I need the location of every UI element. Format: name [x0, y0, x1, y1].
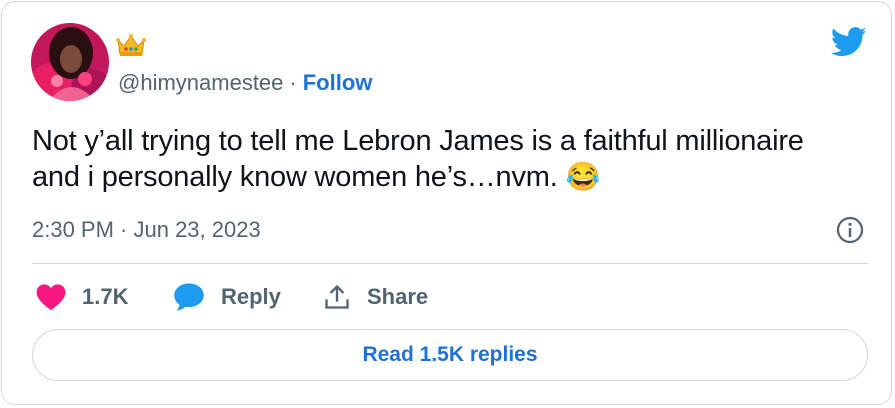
- share-label: Share: [367, 284, 429, 309]
- like-button[interactable]: 1.7K: [36, 280, 128, 314]
- author-handle[interactable]: @himynamestee: [118, 70, 283, 95]
- crown-emoji: [116, 32, 146, 58]
- twitter-bird-icon[interactable]: [830, 27, 867, 57]
- reply-button[interactable]: Reply: [173, 280, 281, 314]
- heart-icon: [36, 284, 66, 311]
- tears-of-joy-emoji: 😂: [565, 161, 601, 192]
- share-icon: [325, 285, 349, 309]
- tweet-body: Not y’all trying to tell me Lebron James…: [32, 125, 804, 193]
- reply-label: Reply: [221, 284, 281, 309]
- divider: [32, 263, 868, 264]
- read-replies-button[interactable]: Read 1.5K replies: [32, 329, 868, 381]
- tweet-timestamp[interactable]: 2:30 PM · Jun 23, 2023: [32, 215, 261, 245]
- info-icon[interactable]: [835, 215, 865, 245]
- author-line: @himynamestee · Follow: [118, 68, 372, 98]
- tweet-card: @himynamestee · Follow Not y’all trying to…: [1, 1, 892, 405]
- like-count: 1.7K: [82, 284, 129, 309]
- avatar[interactable]: [31, 23, 109, 101]
- share-button[interactable]: Share: [323, 280, 428, 314]
- follow-button[interactable]: Follow: [303, 70, 373, 95]
- separator-dot: ·: [289, 70, 297, 95]
- reply-bubble-icon: [174, 283, 204, 311]
- tweet-text: Not y’all trying to tell me Lebron James…: [32, 124, 852, 195]
